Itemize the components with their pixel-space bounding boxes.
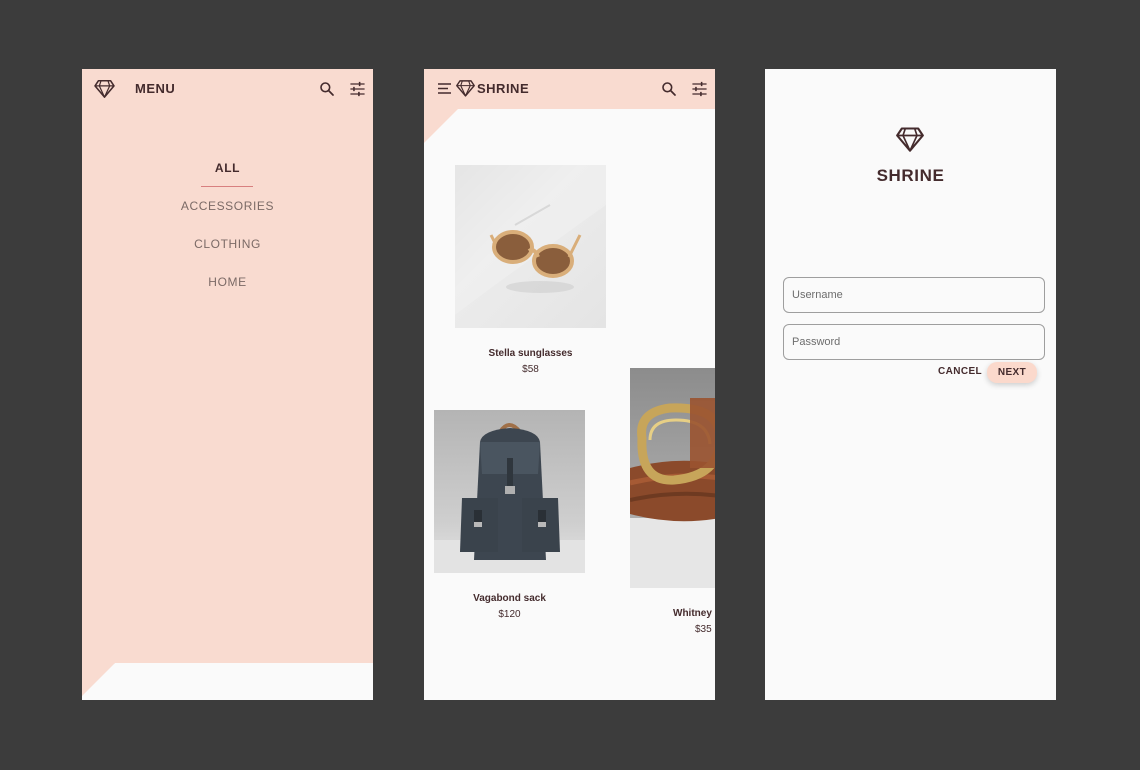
category-item-accessories[interactable]: ACCESSORIES	[82, 187, 373, 225]
category-item-all[interactable]: ALL	[82, 149, 373, 187]
product-name: Vagabond sack	[473, 593, 546, 604]
product-image-sunglasses[interactable]	[455, 165, 606, 328]
filter-icon[interactable]	[691, 81, 708, 97]
cut-corner	[424, 109, 458, 143]
diamond-logo-icon	[896, 126, 924, 152]
diamond-logo-icon	[94, 79, 115, 98]
product-name: Stella sunglasses	[488, 348, 573, 359]
product-name: Whitney	[673, 608, 712, 619]
product-price: $35	[695, 624, 712, 635]
app-title: SHRINE	[477, 81, 530, 96]
category-list: ALL ACCESSORIES CLOTHING HOME	[82, 149, 373, 301]
menu-title: MENU	[135, 81, 176, 96]
app-title: SHRINE	[876, 166, 945, 185]
category-item-home[interactable]: HOME	[82, 263, 373, 301]
front-layer-peek[interactable]	[82, 663, 373, 700]
filter-icon[interactable]	[349, 81, 366, 97]
product-price: $120	[498, 609, 521, 620]
product-price: $58	[522, 364, 539, 375]
cancel-button[interactable]: CANCEL	[934, 362, 986, 380]
next-button[interactable]: NEXT	[987, 362, 1037, 383]
category-item-clothing[interactable]: CLOTHING	[82, 225, 373, 263]
search-icon[interactable]	[319, 81, 335, 97]
menu-screen: MENU ALL ACCESSORIES CLOTHING HOME	[82, 69, 373, 700]
menu-icon[interactable]	[438, 83, 452, 94]
product-image-belt[interactable]	[630, 368, 715, 588]
password-field[interactable]	[783, 324, 1045, 360]
search-icon[interactable]	[661, 81, 677, 97]
catalog-screen: SHRINE Stella sunglasses $58 Vagabond sa…	[424, 69, 715, 700]
top-app-bar: SHRINE	[424, 69, 715, 109]
username-field[interactable]	[783, 277, 1045, 313]
login-screen: SHRINE CANCEL NEXT	[765, 69, 1056, 700]
product-image-backpack[interactable]	[434, 410, 585, 573]
diamond-logo-icon	[456, 79, 475, 97]
